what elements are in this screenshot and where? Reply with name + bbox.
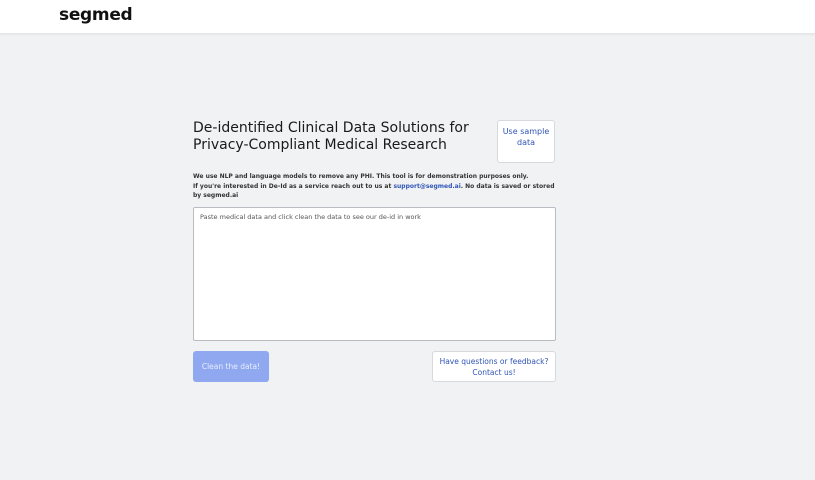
info-text: We use NLP and language models to remove… xyxy=(193,172,558,201)
info-line-2-prefix: If you're interested in De-Id as a servi… xyxy=(193,182,392,190)
contact-us-button[interactable]: Have questions or feedback? Contact us! xyxy=(432,351,556,382)
top-header: segmed xyxy=(0,0,815,34)
info-line-1: We use NLP and language models to remove… xyxy=(193,173,529,180)
medical-data-input[interactable] xyxy=(193,207,556,341)
clean-data-button[interactable]: Clean the data! xyxy=(193,351,269,382)
support-email-link[interactable]: support@segmed.ai xyxy=(393,183,460,190)
segmed-logo[interactable]: segmed xyxy=(59,5,133,25)
use-sample-data-button[interactable]: Use sample data xyxy=(497,120,555,163)
page-title: De-identified Clinical Data Solutions fo… xyxy=(193,120,469,153)
